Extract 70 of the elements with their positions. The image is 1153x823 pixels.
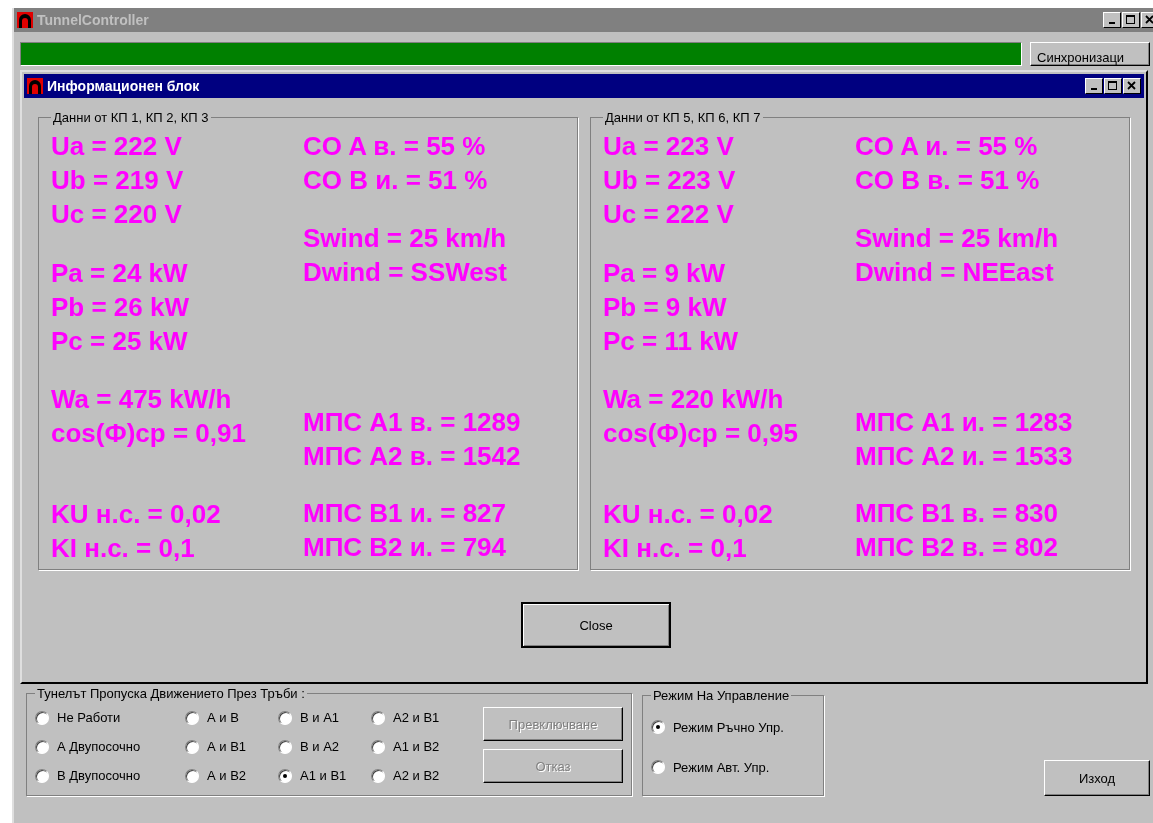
reading-text: МПС B2 и. = 794 — [303, 531, 508, 564]
reading-text: cos(Ф)ср = 0,95 — [603, 417, 799, 450]
reading-text: KI н.с. = 0,1 — [603, 532, 748, 565]
reading-text: Pb = 9 kW — [603, 291, 728, 324]
reading-text: МПС B1 и. = 827 — [303, 497, 508, 530]
reading-text: Ub = 219 V — [51, 164, 185, 197]
radio-option[interactable]: В и А1 — [278, 703, 371, 732]
radio-option[interactable]: А и В — [185, 703, 278, 732]
window-title: TunnelController — [37, 12, 149, 28]
radio-option[interactable]: Режим Ръчно Упр. — [651, 707, 815, 747]
minimize-icon — [1091, 88, 1097, 90]
reading-text: Dwind = SSWest — [303, 256, 508, 289]
reading-text: Ua = 223 V — [603, 130, 735, 163]
reading-text: CO A в. = 55 % — [303, 130, 487, 163]
reading-text: МПС A2 и. = 1533 — [855, 440, 1074, 473]
group-title: Тунелът Пропуска Движението През Тръби : — [36, 686, 306, 701]
group-title: Данни от КП 1, КП 2, КП 3 — [52, 110, 210, 125]
radio-option[interactable]: Не Работи — [35, 703, 185, 732]
minimize-icon — [1109, 22, 1115, 24]
close-button[interactable] — [1123, 78, 1141, 94]
reading-text: Ua = 222 V — [51, 130, 183, 163]
reading-text: KU н.с. = 0,02 — [603, 498, 774, 531]
reading-text: Swind = 25 km/h — [855, 222, 1059, 255]
reading-text: KI н.с. = 0,1 — [51, 532, 196, 565]
minimize-button[interactable] — [1085, 78, 1103, 94]
radio-option[interactable]: В Двупосочно — [35, 761, 185, 790]
radio-option[interactable]: А2 и В2 — [371, 761, 471, 790]
group-title: Режим На Управление — [652, 688, 791, 703]
sync-button[interactable]: Синхронизаци — [1030, 42, 1150, 66]
exit-button[interactable]: Изход — [1044, 760, 1150, 796]
reading-text: Pc = 25 kW — [51, 325, 189, 358]
tunnel-icon — [17, 12, 33, 28]
radio-option[interactable]: А2 и В1 — [371, 703, 471, 732]
reading-text: Swind = 25 km/h — [303, 222, 507, 255]
radio-option[interactable]: А1 и В1 — [278, 761, 371, 790]
reading-text: Ub = 223 V — [603, 164, 737, 197]
reading-text: Pb = 26 kW — [51, 291, 190, 324]
reading-text: МПС A2 в. = 1542 — [303, 440, 522, 473]
reading-text: CO A и. = 55 % — [855, 130, 1039, 163]
dialog-title: Информационен блок — [47, 78, 200, 94]
maximize-icon — [1108, 81, 1118, 91]
reading-text: МПС A1 и. = 1283 — [855, 406, 1074, 439]
radio-option[interactable]: А1 и В2 — [371, 732, 471, 761]
close-dialog-button[interactable]: Close — [521, 602, 671, 648]
tunnel-icon — [27, 78, 43, 94]
reading-text: CO B в. = 51 % — [855, 164, 1041, 197]
radio-option[interactable]: А и В2 — [185, 761, 278, 790]
close-icon — [1127, 81, 1137, 91]
reading-text: Uc = 220 V — [51, 198, 183, 231]
reading-text: cos(Ф)ср = 0,91 — [51, 417, 247, 450]
reading-text: CO B и. = 51 % — [303, 164, 489, 197]
group-title: Данни от КП 5, КП 6, КП 7 — [604, 110, 762, 125]
reading-text: Uc = 222 V — [603, 198, 735, 231]
reading-text: Wa = 220 kW/h — [603, 383, 785, 416]
maximize-button[interactable] — [1104, 78, 1122, 94]
radio-option[interactable]: В и А2 — [278, 732, 371, 761]
maximize-icon — [1126, 15, 1136, 25]
reading-text: МПС B1 в. = 830 — [855, 497, 1060, 530]
close-icon — [1145, 15, 1153, 25]
reading-text: Pc = 11 kW — [603, 325, 740, 358]
reading-text: Wa = 475 kW/h — [51, 383, 233, 416]
reading-text: KU н.с. = 0,02 — [51, 498, 222, 531]
radio-option[interactable]: А Двупосочно — [35, 732, 185, 761]
reading-text: Pa = 24 kW — [51, 257, 189, 290]
reading-text: Dwind = NEEast — [855, 256, 1055, 289]
reading-text: Pa = 9 kW — [603, 257, 727, 290]
radio-option[interactable]: Режим Авт. Упр. — [651, 747, 815, 787]
reading-text: МПС A1 в. = 1289 — [303, 406, 522, 439]
reading-text: МПС B2 в. = 802 — [855, 531, 1060, 564]
radio-option[interactable]: А и В1 — [185, 732, 278, 761]
